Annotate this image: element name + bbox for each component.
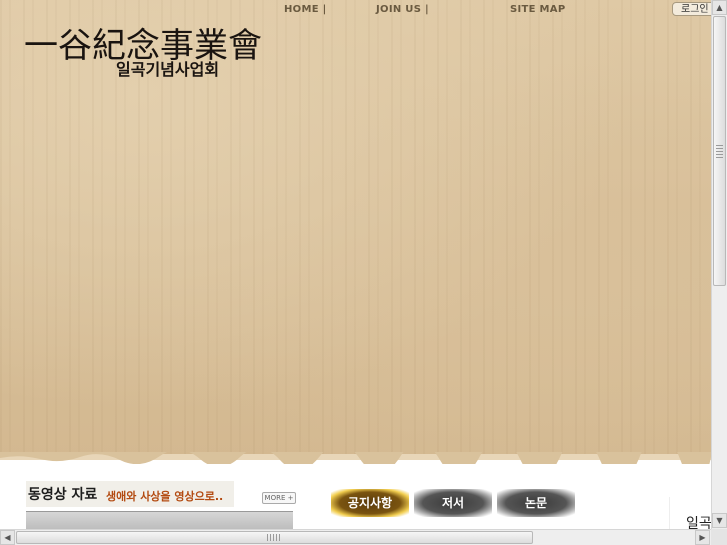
scrollbar-corner: [711, 529, 727, 545]
nav-sitemap-link[interactable]: SITE MAP: [510, 4, 565, 15]
video-player[interactable]: [26, 511, 293, 529]
side-banner-text: 일곡: [686, 516, 711, 529]
video-section-subtitle: 생애와 사상을 영상으로..: [106, 490, 224, 503]
torn-paper-edge: [0, 452, 711, 464]
nav-home-link[interactable]: HOME |: [284, 4, 327, 15]
logo-hangul-text: 일곡기념사업회: [116, 60, 220, 79]
page-viewport: 一谷紀念事業會 일곡기념사업회 HOME | JOIN US | SITE MA…: [0, 0, 711, 529]
login-button[interactable]: 로그인: [672, 2, 711, 16]
horizontal-scrollbar[interactable]: ◀ ▶: [0, 529, 711, 545]
tab-books[interactable]: 저서: [414, 489, 492, 517]
scroll-right-icon[interactable]: ▶: [695, 530, 710, 545]
nav-join-link[interactable]: JOIN US |: [376, 4, 429, 15]
video-section-title: 동영상 자료: [28, 487, 98, 503]
side-banner[interactable]: 일곡: [669, 497, 711, 529]
video-title-bar: 동영상 자료 생애와 사상을 영상으로..: [26, 481, 234, 507]
video-more-button[interactable]: MORE +: [262, 492, 296, 504]
video-section: 동영상 자료 생애와 사상을 영상으로..: [26, 481, 293, 529]
scroll-up-icon[interactable]: ▲: [712, 0, 727, 15]
vertical-scroll-thumb[interactable]: [713, 16, 726, 286]
tab-notice[interactable]: 공지사항: [331, 489, 409, 517]
site-logo[interactable]: 一谷紀念事業會 일곡기념사업회: [14, 8, 274, 84]
scroll-left-icon[interactable]: ◀: [0, 530, 15, 545]
vertical-scrollbar[interactable]: ▲ ▼: [711, 0, 727, 529]
tab-papers[interactable]: 논문: [497, 489, 575, 517]
grip-icon: [267, 534, 281, 541]
grip-icon: [716, 145, 723, 159]
horizontal-scroll-thumb[interactable]: [16, 531, 533, 544]
scroll-down-icon[interactable]: ▼: [712, 513, 727, 528]
